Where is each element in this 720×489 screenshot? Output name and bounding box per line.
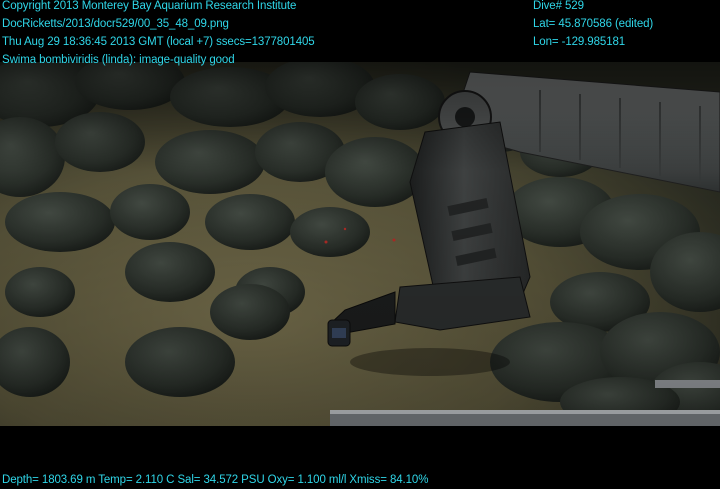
annotation-line: Swima bombiviridis (linda): image-qualit… bbox=[2, 54, 235, 66]
vignette bbox=[0, 62, 720, 426]
screenshot-frame: Copyright 2013 Monterey Bay Aquarium Res… bbox=[0, 0, 720, 486]
latitude: Lat= 45.870586 (edited) bbox=[533, 18, 654, 30]
overlay-top-left: Copyright 2013 Monterey Bay Aquarium Res… bbox=[2, 0, 315, 69]
overlay-top-right: Dive# 529 Lat= 45.870586 (edited) Lon= -… bbox=[533, 0, 653, 51]
sensor-readout-line: Depth= 1803.69 m Temp= 2.110 C Sal= 34.5… bbox=[2, 474, 429, 486]
image-path-line: DocRicketts/2013/docr529/00_35_48_09.png bbox=[2, 18, 229, 30]
copyright-line: Copyright 2013 Monterey Bay Aquarium Res… bbox=[2, 0, 297, 12]
rov-camera-frame bbox=[0, 62, 720, 426]
longitude: Lon= -129.985181 bbox=[533, 36, 626, 48]
timestamp-line: Thu Aug 29 18:36:45 2013 GMT (local +7) … bbox=[2, 36, 315, 48]
overlay-sensor-readout: Depth= 1803.69 m Temp= 2.110 C Sal= 34.5… bbox=[2, 471, 428, 489]
dive-number: Dive# 529 bbox=[533, 0, 584, 12]
